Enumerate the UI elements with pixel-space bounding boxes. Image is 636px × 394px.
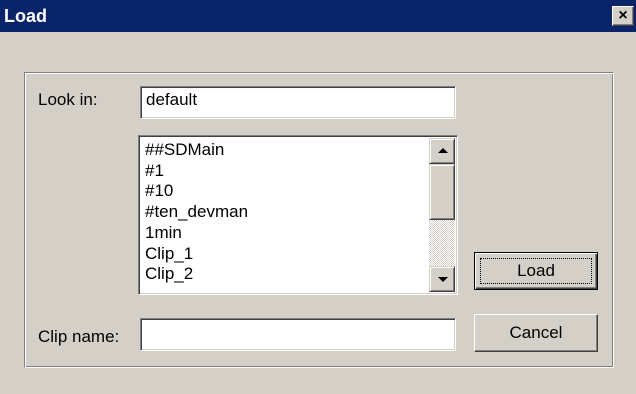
scroll-down-button[interactable]: [429, 266, 455, 292]
scroll-up-button[interactable]: [429, 138, 455, 164]
list-item[interactable]: Clip_1: [145, 244, 427, 265]
window-title: Load: [4, 6, 47, 26]
list-item[interactable]: #1: [145, 161, 427, 182]
close-icon: ×: [618, 7, 628, 24]
cancel-button-label: Cancel: [509, 323, 563, 342]
list-item[interactable]: Clip_2: [145, 264, 427, 285]
list-item[interactable]: 1min: [145, 223, 427, 244]
list-scrollbar[interactable]: [429, 138, 455, 292]
list-item[interactable]: #ten_devman: [145, 202, 427, 223]
look-in-label: Look in:: [38, 90, 98, 109]
chevron-up-icon: [438, 148, 448, 153]
clip-name-field[interactable]: [140, 318, 456, 351]
load-button-label: Load: [517, 261, 555, 280]
clip-list: ##SDMain #1 #10 #ten_devman 1min Clip_1 Clip_2: [145, 140, 427, 292]
clip-listbox[interactable]: ##SDMain #1 #10 #ten_devman 1min Clip_1 Clip_2: [138, 135, 458, 295]
load-dialog: Load × Look in: default ##SDMain #1 #10 #te…: [0, 0, 636, 394]
cancel-button[interactable]: Cancel: [474, 314, 598, 352]
look-in-field[interactable]: default: [140, 86, 456, 119]
scroll-thumb[interactable]: [429, 164, 455, 220]
chevron-down-icon: [438, 277, 448, 282]
load-button[interactable]: Load: [474, 252, 598, 290]
close-button[interactable]: ×: [612, 6, 634, 26]
title-bar[interactable]: Load ×: [0, 0, 636, 32]
look-in-value: default: [146, 90, 198, 109]
list-item[interactable]: #10: [145, 181, 427, 202]
list-item[interactable]: ##SDMain: [145, 140, 427, 161]
clip-name-label: Clip name:: [38, 327, 120, 346]
